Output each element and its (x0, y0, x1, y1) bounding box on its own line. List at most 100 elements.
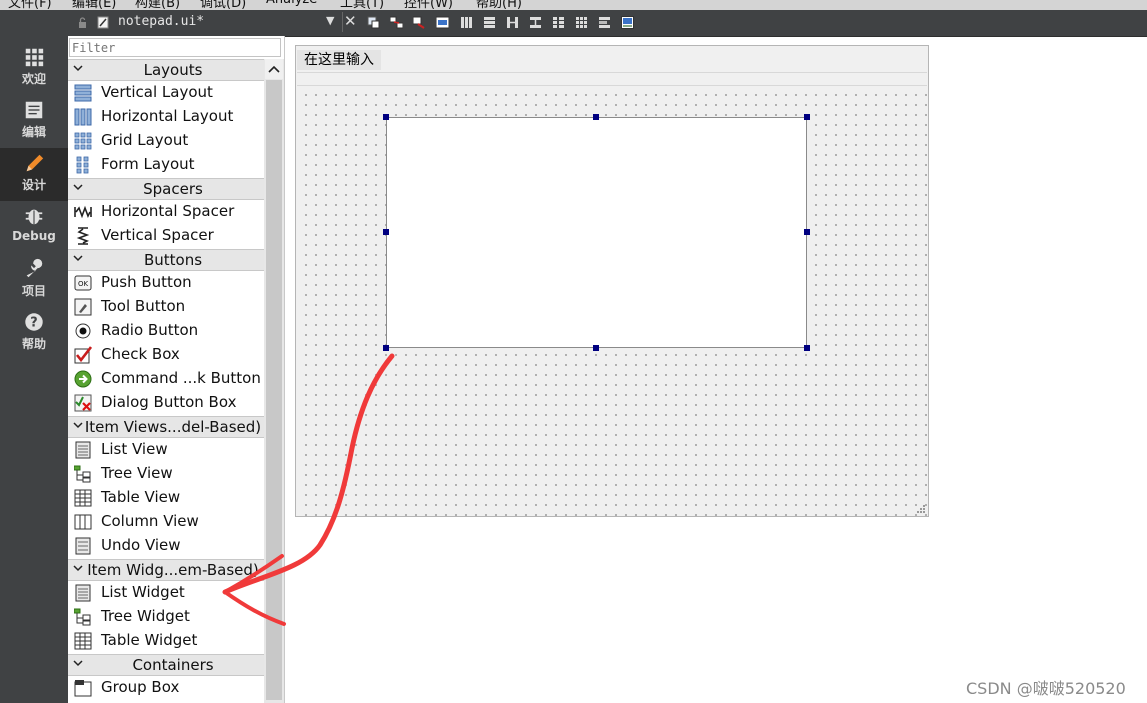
watermark: CSDN @啵啵520520 (966, 679, 1126, 698)
widget-item[interactable]: Undo View (68, 534, 264, 558)
layout-splitter-h-icon[interactable] (506, 16, 519, 29)
layout-grid-icon[interactable] (575, 16, 588, 29)
widget-item-label: Form Layout (101, 155, 195, 173)
category-header[interactable]: Item Views...del-Based) (68, 416, 264, 438)
menu-bar: 文件(F) 编辑(E) 构建(B) 调试(D) Analyze 工具(T) 控件(W) 帮助(… (0, 0, 1147, 10)
category-header[interactable]: Spacers (68, 178, 264, 200)
scrollbar-thumb[interactable] (266, 80, 282, 700)
widget-item-label: Radio Button (101, 321, 199, 339)
widget-item[interactable]: Vertical Layout (68, 81, 264, 105)
help-icon: ? (25, 313, 43, 331)
selection-handle[interactable] (804, 229, 810, 235)
layout-vertical-icon[interactable] (483, 16, 496, 29)
widget-item[interactable]: Table View (68, 486, 264, 510)
menu-item[interactable]: 构建(B) (135, 0, 180, 10)
widget-item[interactable]: Horizontal Layout (68, 105, 264, 129)
list-view-icon (75, 584, 91, 602)
widget-item[interactable]: Horizontal Spacer (68, 200, 264, 224)
widget-item[interactable]: Check Box (68, 343, 264, 367)
push-button-icon: OK (74, 275, 92, 291)
widget-item-label: Vertical Layout (101, 83, 213, 101)
text-edit-widget[interactable] (386, 117, 807, 348)
widget-item[interactable]: Tool Button (68, 295, 264, 319)
widget-item-label: Tree Widget (101, 607, 190, 625)
edit-signals-icon[interactable] (390, 16, 403, 29)
widget-item-label: Group Box (101, 678, 180, 696)
scroll-up-button[interactable] (265, 59, 283, 79)
filter-input[interactable] (69, 38, 281, 57)
selection-handle[interactable] (593, 114, 599, 120)
widget-item[interactable]: Radio Button (68, 319, 264, 343)
layout-horizontal-icon[interactable] (460, 16, 473, 29)
resize-grip-icon[interactable] (916, 504, 926, 514)
widget-item[interactable]: Group Box (68, 676, 264, 700)
widget-item-label: Column View (101, 512, 199, 530)
mode-debug[interactable]: Debug (0, 201, 68, 254)
mode-item[interactable]: 项目 (0, 254, 68, 307)
menu-item[interactable]: 编辑(E) (72, 0, 116, 10)
widget-item[interactable]: Dialog Button Box (68, 391, 264, 415)
close-icon[interactable]: ✕ (344, 12, 357, 30)
layout-splitter-v-icon[interactable] (529, 16, 542, 29)
widget-item-label: Table View (101, 488, 181, 506)
widget-item[interactable]: List View (68, 438, 264, 462)
adjust-size-icon[interactable] (621, 16, 634, 29)
widget-item[interactable]: List Widget (68, 581, 264, 605)
category-title: Item Widg...em-Based) (87, 561, 259, 579)
bug-icon (25, 209, 43, 225)
category-title: Buttons (143, 251, 203, 269)
mode-item[interactable]: 欢迎 (0, 42, 68, 95)
menu-item[interactable]: 帮助(H) (476, 0, 522, 10)
mode-item[interactable]: 编辑 (0, 95, 68, 148)
open-file-name[interactable]: notepad.ui* (118, 14, 204, 29)
menu-placeholder[interactable]: 在这里输入 (297, 50, 381, 70)
selection-handle[interactable] (383, 114, 389, 120)
category-header[interactable]: Containers (68, 654, 264, 676)
file-dropdown-icon[interactable]: ▼ (326, 14, 334, 27)
menu-item[interactable]: 控件(W) (404, 0, 453, 10)
widget-item-label: Horizontal Spacer (101, 202, 235, 220)
menu-item[interactable]: 工具(T) (340, 0, 384, 10)
edit-widgets-icon[interactable] (367, 16, 380, 29)
selection-handle[interactable] (804, 345, 810, 351)
selection-handle[interactable] (593, 345, 599, 351)
widget-item-label: Vertical Spacer (101, 226, 214, 244)
horizontal-layout-icon (74, 108, 92, 126)
category-header[interactable]: Buttons (68, 249, 264, 271)
widget-item[interactable]: Tree View (68, 462, 264, 486)
menu-item[interactable]: 文件(F) (8, 0, 52, 10)
selection-handle[interactable] (804, 114, 810, 120)
grid-layout-icon (74, 132, 92, 150)
layout-form-icon[interactable] (552, 16, 565, 29)
category-title: Containers (132, 656, 214, 674)
svg-text:OK: OK (78, 280, 89, 288)
edit-tab-order-icon[interactable] (436, 16, 449, 29)
widget-item-label: Check Box (101, 345, 180, 363)
menu-item[interactable]: Analyze (266, 0, 317, 7)
selection-handle[interactable] (383, 229, 389, 235)
menu-item[interactable]: 调试(D) (200, 0, 246, 10)
category-header[interactable]: Layouts (68, 59, 264, 81)
widget-item[interactable]: Vertical Spacer (68, 224, 264, 248)
mode-item[interactable]: ? 帮助 (0, 307, 68, 360)
widget-box-scrollbar[interactable] (264, 59, 284, 703)
widget-item-label: Command ...k Button (101, 369, 261, 387)
radio-button-icon (75, 323, 91, 339)
widget-item[interactable]: Column View (68, 510, 264, 534)
edit-buddies-icon[interactable] (413, 16, 426, 29)
widget-item[interactable]: Grid Layout (68, 129, 264, 153)
widget-item[interactable]: Table Widget (68, 629, 264, 653)
editor-toolbar: notepad.ui* ▼ ✕ (68, 10, 1147, 37)
toolbar-divider (342, 12, 343, 32)
category-header[interactable]: Item Widg...em-Based) (68, 559, 264, 581)
widget-item[interactable]: Command ...k Button (68, 367, 264, 391)
mode-item[interactable]: 设计 (0, 148, 68, 201)
widget-item[interactable]: OK Push Button (68, 271, 264, 295)
group-box-icon (74, 680, 92, 697)
selection-handle[interactable] (383, 345, 389, 351)
break-layout-icon[interactable] (598, 16, 611, 29)
file-icon (97, 16, 109, 29)
widget-item[interactable]: Tree Widget (68, 605, 264, 629)
widget-item-label: Dialog Button Box (101, 393, 237, 411)
widget-item[interactable]: Form Layout (68, 153, 264, 177)
